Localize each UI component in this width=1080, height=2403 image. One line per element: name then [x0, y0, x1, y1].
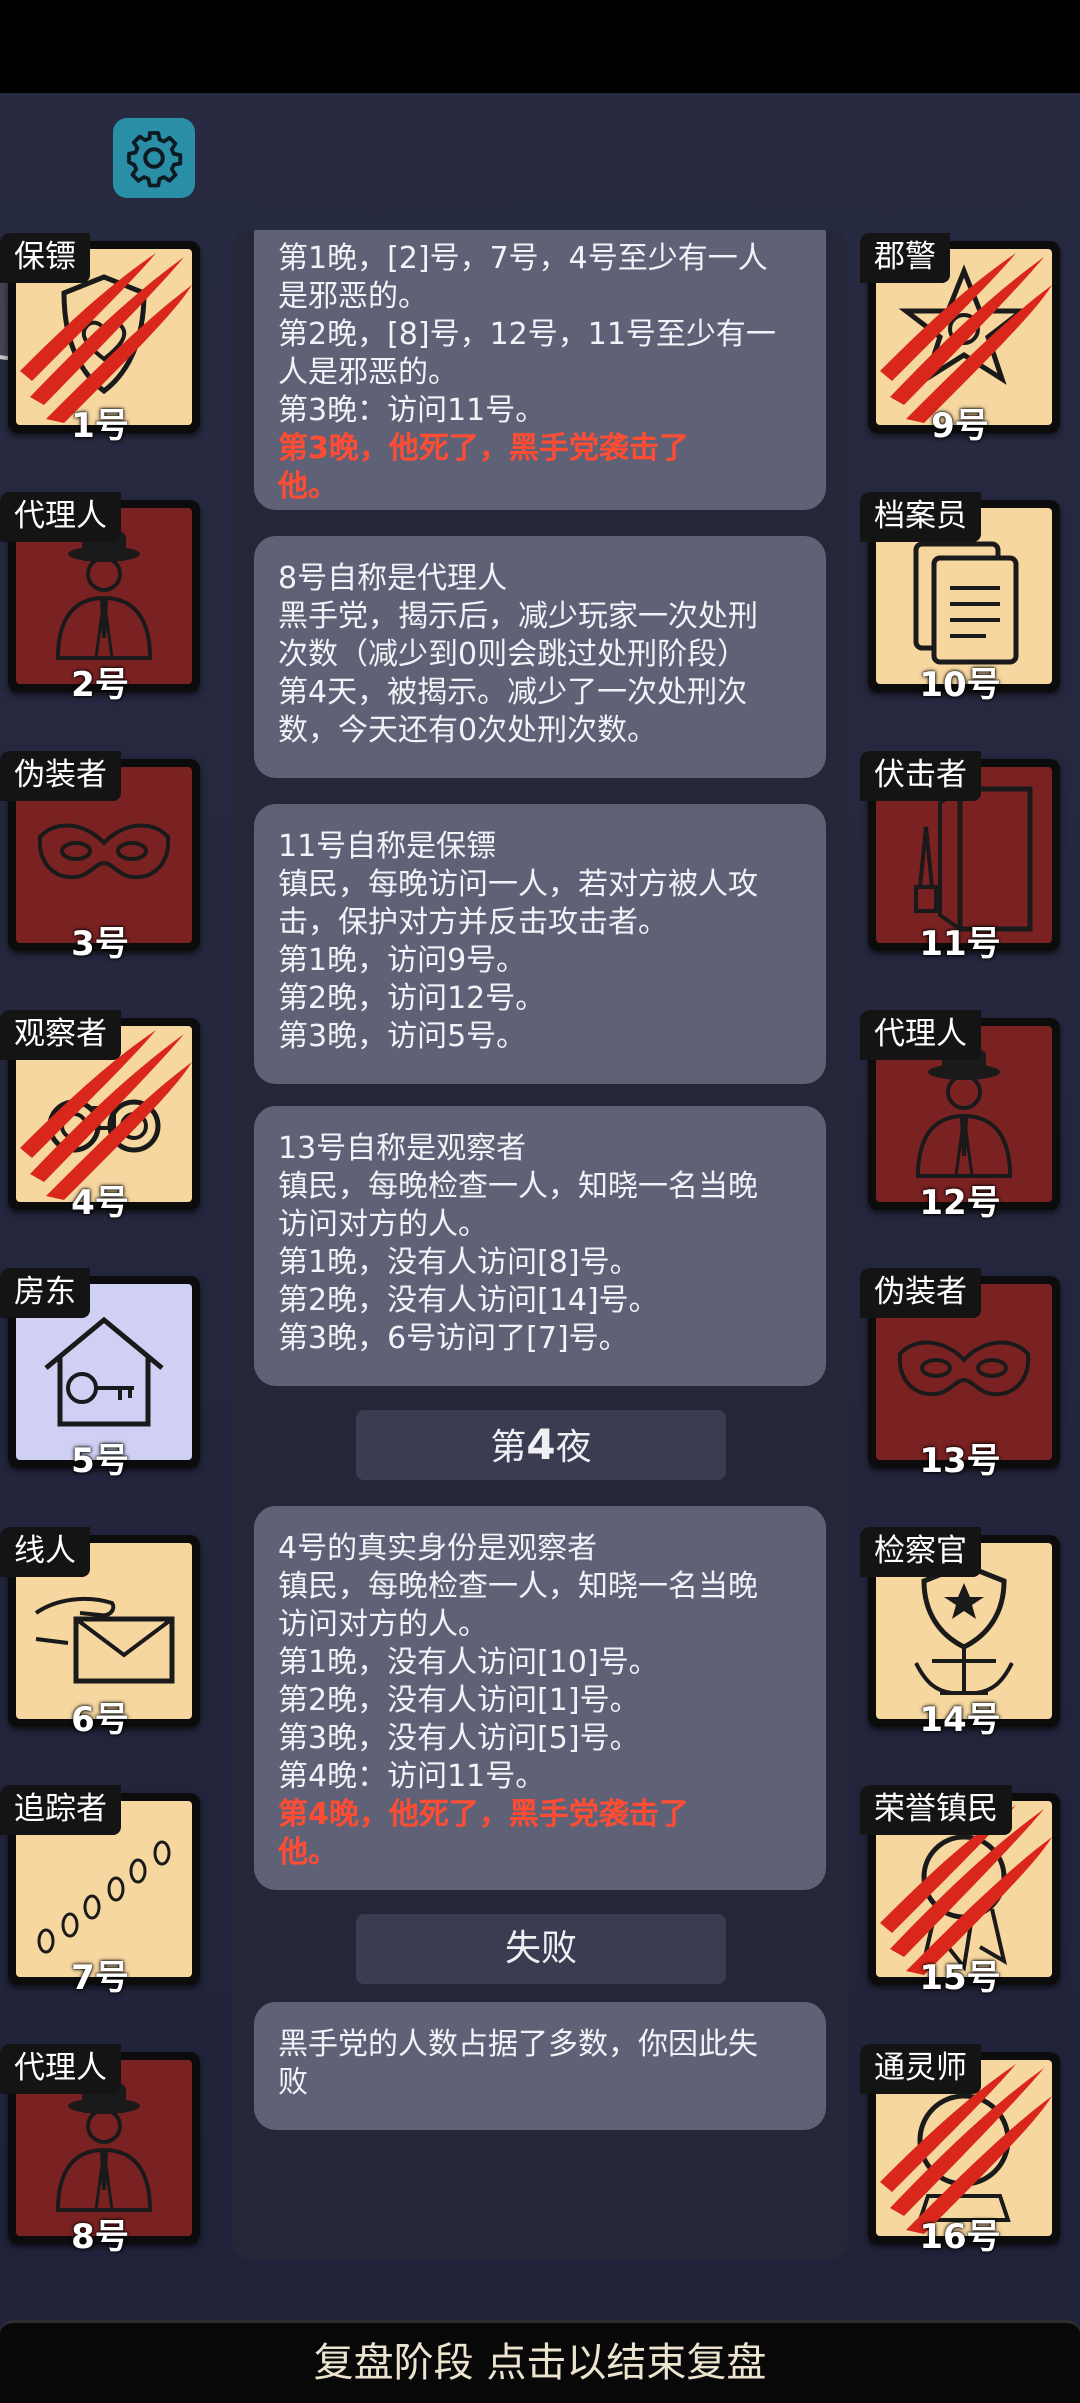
log-line: 第4晚：访问11号。 [278, 1759, 546, 1794]
log-entry: 11号自称是保镖 镇民，每晚访问一人，若对方被人攻 击，保护对方并反击攻击者。 … [254, 804, 826, 1084]
player-number: 6号 [71, 1700, 129, 1740]
log-line: 黑手党，揭示后，减少玩家一次处刑 [278, 599, 758, 634]
log-entry: 13号自称是观察者 镇民，每晚检查一人，知晓一名当晚 访问对方的人。 第1晚，没… [254, 1106, 826, 1386]
role-label: 郡警 [860, 233, 950, 283]
log-line: 黑手党的人数占据了多数，你因此失 [278, 2027, 758, 2062]
role-label: 线人 [0, 1527, 90, 1577]
player-card[interactable]: 代理人 12号 [860, 1010, 1060, 1223]
log-line: 击，保护对方并反击攻击者。 [278, 905, 668, 940]
player-card[interactable]: 线人 6号 [0, 1527, 200, 1740]
player-number: 10号 [919, 665, 1001, 705]
player-card[interactable]: 通灵师 16号 [860, 2044, 1060, 2257]
role-label: 荣誉镇民 [860, 1785, 1012, 1835]
player-card[interactable]: 代理人 2号 [0, 492, 200, 705]
log-line: 第2晚，访问12号。 [278, 981, 546, 1016]
role-label: 代理人 [0, 492, 121, 542]
player-card[interactable]: 观察者 4号 [0, 1010, 200, 1223]
log-line: 第3晚，6号访问了[7]号。 [278, 1321, 629, 1356]
player-number: 8号 [71, 2217, 129, 2257]
log-line: 11号自称是保镖 [278, 829, 497, 864]
role-label: 伏击者 [860, 751, 981, 801]
log-line: 13号自称是观察者 [278, 1131, 527, 1166]
role-label: 房东 [0, 1268, 90, 1318]
player-card[interactable]: 追踪者 7号 [0, 1785, 200, 1998]
role-label: 保镖 [0, 233, 90, 283]
log-line: 8号自称是代理人 [278, 561, 508, 596]
player-card[interactable]: 郡警 9号 [860, 233, 1060, 446]
log-line: 第1晚，没有人访问[10]号。 [278, 1645, 659, 1680]
log-line: 败 [278, 2065, 308, 2100]
log-line: 第1晚，访问9号。 [278, 943, 527, 978]
night-header: 第4夜 [356, 1410, 726, 1480]
role-label: 档案员 [860, 492, 981, 542]
role-label: 代理人 [860, 1010, 981, 1060]
player-number: 12号 [919, 1183, 1001, 1223]
end-review-button[interactable]: 复盘阶段 点击以结束复盘 [0, 2320, 1080, 2403]
player-number: 15号 [919, 1958, 1001, 1998]
player-number: 14号 [919, 1700, 1001, 1740]
player-number: 11号 [919, 924, 1001, 964]
log-line: 4号的真实身份是观察者 [278, 1531, 598, 1566]
log-entry: 第1晚，[2]号，7号，4号至少有一人 是邪恶的。 第2晚，[8]号，12号，1… [254, 230, 826, 510]
player-number: 4号 [71, 1183, 129, 1223]
player-card[interactable]: 保镖 1号 [0, 233, 200, 446]
player-card[interactable]: 伪装者 3号 [0, 751, 200, 964]
game-log-panel[interactable]: 第1晚，[2]号，7号，4号至少有一人 是邪恶的。 第2晚，[8]号，12号，1… [232, 230, 848, 2260]
log-line: 人是邪恶的。 [278, 355, 458, 390]
role-label: 伪装者 [0, 751, 121, 801]
death-notice: 第4晚，他死了，黑手党袭击了 [278, 1797, 689, 1832]
player-card[interactable]: 房东 5号 [0, 1268, 200, 1481]
log-entry: 4号的真实身份是观察者 镇民，每晚检查一人，知晓一名当晚 访问对方的人。 第1晚… [254, 1506, 826, 1890]
role-label: 代理人 [0, 2044, 121, 2094]
player-card[interactable]: 检察官 14号 [860, 1527, 1060, 1740]
role-label: 观察者 [0, 1010, 121, 1060]
player-card[interactable]: 伏击者 11号 [860, 751, 1060, 964]
log-line: 第1晚，[2]号，7号，4号至少有一人 [278, 241, 768, 276]
role-label: 通灵师 [860, 2044, 981, 2094]
gear-icon [127, 131, 183, 188]
player-number: 5号 [71, 1441, 129, 1481]
log-line: 镇民，每晚检查一人，知晓一名当晚 [278, 1169, 758, 1204]
death-notice: 第3晚，他死了，黑手党袭击了 [278, 431, 689, 466]
log-line: 镇民，每晚检查一人，知晓一名当晚 [278, 1569, 758, 1604]
log-line: 第1晚，没有人访问[8]号。 [278, 1245, 640, 1280]
result-header: 失败 [356, 1914, 726, 1984]
player-number: 1号 [71, 406, 129, 446]
log-line: 第2晚，[8]号，12号，11号至少有一 [278, 317, 776, 352]
role-label: 追踪者 [0, 1785, 121, 1835]
player-number: 3号 [71, 924, 129, 964]
log-line: 第4天，被揭示。减少了一次处刑次 [278, 675, 748, 710]
log-line: 第2晚，没有人访问[14]号。 [278, 1283, 659, 1318]
log-line: 访问对方的人。 [278, 1207, 488, 1242]
log-line: 是邪恶的。 [278, 279, 428, 314]
log-line: 第3晚：访问11号。 [278, 393, 546, 428]
player-card[interactable]: 代理人 8号 [0, 2044, 200, 2257]
player-card[interactable]: 档案员 10号 [860, 492, 1060, 705]
player-number: 9号 [931, 406, 989, 446]
log-entry: 8号自称是代理人 黑手党，揭示后，减少玩家一次处刑 次数（减少到0则会跳过处刑阶… [254, 536, 826, 778]
death-notice: 他。 [278, 1835, 338, 1870]
log-entry: 黑手党的人数占据了多数，你因此失 败 [254, 2002, 826, 2130]
log-line: 第2晚，没有人访问[1]号。 [278, 1683, 640, 1718]
player-number: 7号 [71, 1958, 129, 1998]
role-label: 伪装者 [860, 1268, 981, 1318]
role-label: 检察官 [860, 1527, 981, 1577]
log-line: 次数（减少到0则会跳过处刑阶段） [278, 637, 748, 672]
log-line: 第3晚，访问5号。 [278, 1019, 527, 1054]
player-number: 13号 [919, 1441, 1001, 1481]
player-card[interactable]: 荣誉镇民 15号 [860, 1785, 1060, 1998]
log-line: 数，今天还有0次处刑次数。 [278, 713, 658, 748]
death-notice: 他。 [278, 469, 338, 504]
player-number: 16号 [919, 2217, 1001, 2257]
player-card[interactable]: 伪装者 13号 [860, 1268, 1060, 1481]
settings-button[interactable] [113, 118, 195, 198]
log-line: 访问对方的人。 [278, 1607, 488, 1642]
log-line: 镇民，每晚访问一人，若对方被人攻 [278, 867, 758, 902]
status-bar [0, 0, 1080, 93]
player-number: 2号 [71, 665, 129, 705]
log-line: 第3晚，没有人访问[5]号。 [278, 1721, 640, 1756]
